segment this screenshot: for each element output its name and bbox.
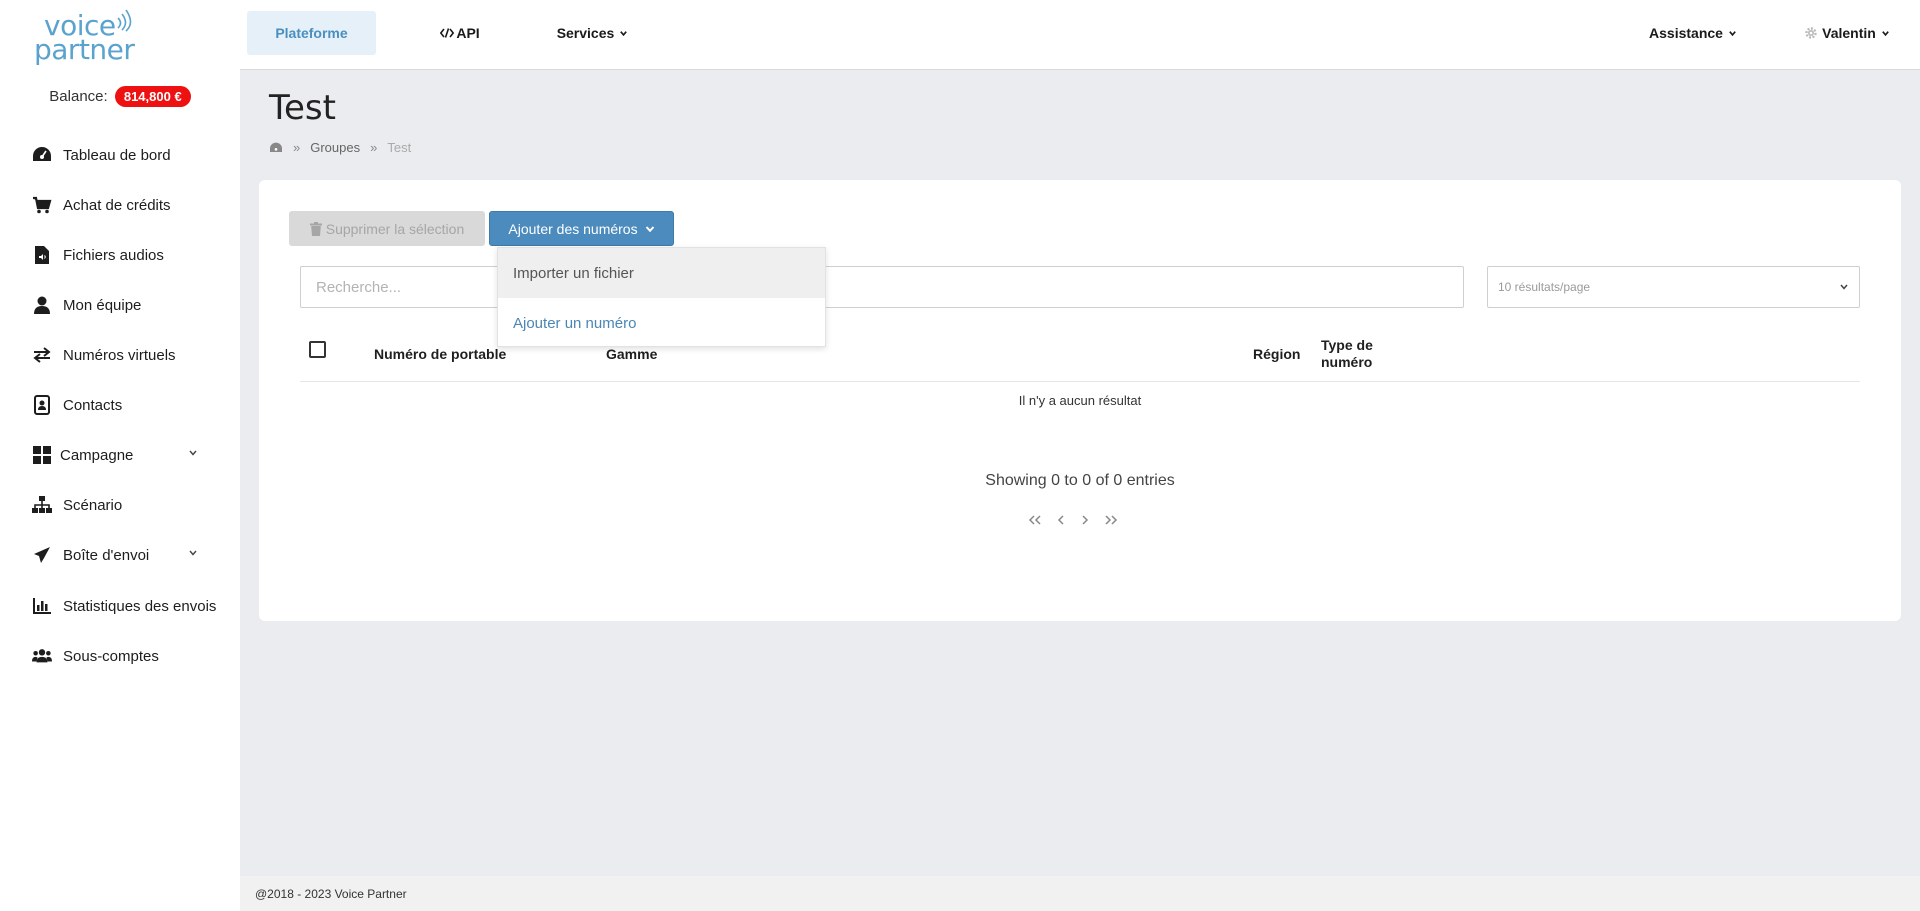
sidebar-item-campagne[interactable]: Campagne bbox=[32, 439, 232, 471]
add-numbers-button[interactable]: Ajouter des numéros bbox=[489, 211, 674, 246]
sidebar-item-fichiers-audios[interactable]: Fichiers audios bbox=[32, 239, 232, 271]
add-numbers-dropdown: Importer un fichier Ajouter un numéro bbox=[497, 247, 826, 347]
sidebar-item-label: Campagne bbox=[60, 446, 134, 464]
delete-selection-button[interactable]: Supprimer la sélection bbox=[289, 211, 485, 246]
users-icon bbox=[32, 646, 52, 666]
breadcrumb-current: Test bbox=[387, 140, 412, 155]
sidebar-item-contacts[interactable]: Contacts bbox=[32, 389, 232, 421]
gear-icon bbox=[1805, 27, 1817, 39]
tab-label: Plateforme bbox=[275, 25, 348, 41]
menu-item-add-number[interactable]: Ajouter un numéro bbox=[498, 298, 825, 348]
sidebar-item-label: Sous-comptes bbox=[63, 647, 159, 665]
sidebar-item-achat-de-credits[interactable]: Achat de crédits bbox=[32, 189, 232, 221]
balance-label: Balance: bbox=[49, 88, 108, 105]
empty-table-message: Il n'y a aucun résultat bbox=[1018, 393, 1142, 408]
sidebar-item-scenario[interactable]: Scénario bbox=[32, 489, 232, 521]
bar-chart-icon bbox=[32, 596, 52, 616]
menu-item-import-file[interactable]: Importer un fichier bbox=[498, 248, 825, 298]
footer-copyright: @2018 - 2023 Voice Partner bbox=[255, 886, 407, 901]
results-per-page-select[interactable]: 10 résultats/page bbox=[1487, 266, 1860, 308]
user-name: Valentin bbox=[1822, 25, 1876, 41]
pagination-info: Showing 0 to 0 of 0 entries bbox=[985, 472, 1175, 489]
dashboard-icon[interactable] bbox=[269, 142, 283, 154]
tab-plateforme[interactable]: Plateforme bbox=[247, 11, 376, 55]
audio-file-icon bbox=[32, 245, 52, 265]
tab-api[interactable]: API bbox=[410, 11, 510, 55]
select-all-checkbox[interactable] bbox=[309, 341, 326, 358]
sitemap-icon bbox=[32, 495, 52, 515]
sidebar-item-label: Boîte d'envoi bbox=[63, 546, 150, 564]
footer: @2018 - 2023 Voice Partner bbox=[240, 876, 1920, 911]
delete-selection-label: Supprimer la sélection bbox=[325, 220, 465, 237]
sidebar-item-mon-equipe[interactable]: Mon équipe bbox=[32, 289, 232, 321]
sidebar-item-sous-comptes[interactable]: Sous-comptes bbox=[32, 640, 232, 672]
breadcrumb-link-groupes[interactable]: Groupes bbox=[310, 140, 360, 155]
previous-page-icon[interactable] bbox=[1056, 515, 1066, 525]
trash-icon bbox=[309, 221, 322, 236]
cart-icon bbox=[32, 195, 52, 215]
first-page-icon[interactable] bbox=[1028, 515, 1042, 525]
results-per-page-value: 10 résultats/page bbox=[1498, 280, 1591, 294]
tab-label: Services bbox=[556, 25, 615, 41]
chevron-down-icon bbox=[189, 450, 197, 456]
column-numero-de-portable[interactable]: Numéro de portable bbox=[374, 346, 506, 363]
add-numbers-label: Ajouter des numéros bbox=[508, 220, 638, 237]
sidebar: voice partner Balance: 814,800 € Tableau… bbox=[0, 0, 240, 911]
sidebar-item-label: Tableau de bord bbox=[63, 146, 171, 164]
chevron-down-icon bbox=[620, 30, 628, 36]
column-region[interactable]: Région bbox=[1253, 346, 1300, 363]
sidebar-item-label: Scénario bbox=[63, 496, 123, 514]
sidebar-item-label: Achat de crédits bbox=[63, 196, 171, 214]
exchange-icon bbox=[32, 345, 52, 365]
next-page-icon[interactable] bbox=[1080, 515, 1090, 525]
top-navbar: Plateforme API Services Assistance Valen… bbox=[240, 0, 1920, 70]
sidebar-item-tableau-de-bord[interactable]: Tableau de bord bbox=[32, 139, 232, 171]
sound-waves-icon bbox=[117, 9, 132, 32]
assistance-label: Assistance bbox=[1649, 25, 1723, 41]
logo-text-partner: partner bbox=[34, 33, 135, 66]
sidebar-item-label: Numéros virtuels bbox=[63, 346, 176, 364]
user-menu[interactable]: Valentin bbox=[1792, 11, 1902, 55]
breadcrumb-separator: » bbox=[370, 140, 378, 155]
user-icon bbox=[32, 295, 52, 315]
paper-plane-icon bbox=[32, 545, 52, 565]
tab-services[interactable]: Services bbox=[525, 11, 660, 55]
chevron-down-icon bbox=[1882, 30, 1889, 36]
sidebar-item-numeros-virtuels[interactable]: Numéros virtuels bbox=[32, 339, 232, 371]
tab-label: API bbox=[456, 25, 480, 41]
logo[interactable]: voice partner bbox=[32, 8, 142, 64]
assistance-menu[interactable]: Assistance bbox=[1638, 11, 1748, 55]
pagination bbox=[1028, 515, 1118, 525]
contact-card-icon bbox=[32, 395, 52, 415]
sidebar-item-label: Contacts bbox=[63, 396, 123, 414]
page-title: Test bbox=[269, 88, 336, 128]
chevron-down-icon bbox=[1840, 284, 1848, 290]
sidebar-item-label: Fichiers audios bbox=[63, 246, 164, 264]
chevron-down-icon bbox=[189, 550, 197, 556]
column-type-line1: Type de bbox=[1321, 337, 1373, 353]
sidebar-item-label: Statistiques des envois bbox=[63, 597, 217, 615]
grid-icon bbox=[32, 445, 52, 465]
balance-badge[interactable]: 814,800 € bbox=[114, 86, 191, 107]
sidebar-item-boite-d-envoi[interactable]: Boîte d'envoi bbox=[32, 539, 232, 571]
last-page-icon[interactable] bbox=[1104, 515, 1118, 525]
sidebar-item-statistiques[interactable]: Statistiques des envois bbox=[32, 590, 232, 622]
code-icon bbox=[440, 28, 455, 38]
sidebar-item-label: Mon équipe bbox=[63, 296, 142, 314]
column-type-de-numero[interactable]: Type de numéro bbox=[1321, 337, 1373, 371]
breadcrumb-separator: » bbox=[293, 140, 301, 155]
chevron-down-icon bbox=[1729, 30, 1736, 36]
balance: Balance: 814,800 € bbox=[0, 86, 240, 107]
column-gamme[interactable]: Gamme bbox=[606, 346, 657, 363]
dashboard-icon bbox=[32, 145, 52, 165]
chevron-down-icon bbox=[645, 225, 654, 232]
search-input[interactable] bbox=[300, 266, 1464, 308]
breadcrumb: » Groupes » Test bbox=[269, 140, 411, 155]
column-type-line2: numéro bbox=[1321, 354, 1373, 370]
